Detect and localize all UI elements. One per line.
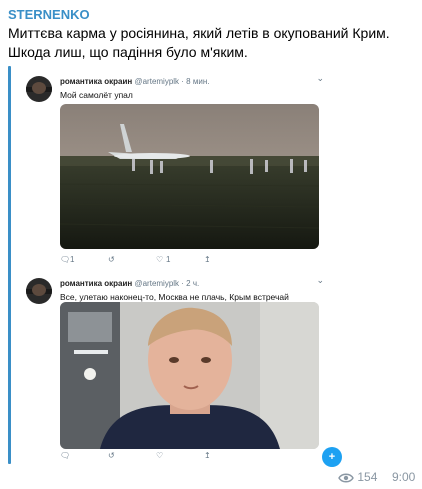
forward-quote-bar	[8, 66, 11, 464]
chevron-down-icon[interactable]: ⌄	[316, 275, 324, 286]
post-time: 9:00	[392, 470, 416, 484]
tweet-author-name[interactable]: романтика окраин	[60, 279, 132, 288]
reply-icon[interactable]: 🗨	[60, 451, 70, 460]
tweet-card-2[interactable]: романтика окраин @artemiyplk · 2 ч. ⌄ Вс…	[18, 270, 334, 464]
tweet-author-handle[interactable]: @artemiyplk	[134, 77, 179, 86]
channel-name[interactable]: STERNENKO	[8, 7, 90, 22]
tweet-photo[interactable]	[60, 104, 319, 249]
message-line-1: Миттєва карма у росіянина, який летів в …	[8, 25, 390, 41]
tweet-header: романтика окраин @artemiyplk · 2 ч.	[60, 279, 199, 288]
chevron-down-icon[interactable]: ⌄	[316, 73, 324, 84]
tweet-card-1[interactable]: романтика окраин @artemiyplk · 8 мин. ⌄ …	[18, 68, 334, 266]
avatar[interactable]	[26, 278, 52, 304]
compose-button[interactable]: +	[322, 447, 342, 467]
message-line-2: Шкода лиш, що падіння було м'яким.	[8, 44, 248, 60]
tweet-actions: 🗨 ↺ ♡ ↥	[60, 451, 260, 463]
view-count: 154	[357, 470, 378, 484]
avatar[interactable]	[26, 76, 52, 102]
tweet-text: Все, улетаю наконец-то, Москва не плачь,…	[60, 292, 289, 302]
tweet-text: Мой самолёт упал	[60, 90, 133, 100]
plane-crash-photo	[60, 104, 319, 249]
tweet-photo[interactable]	[60, 302, 319, 449]
like-count: 1	[166, 255, 171, 264]
retweet-icon[interactable]: ↺	[108, 255, 115, 264]
tweet-author-name[interactable]: романтика окраин	[60, 77, 132, 86]
reply-count: 1	[70, 255, 75, 264]
share-icon[interactable]: ↥	[204, 255, 211, 264]
tweet-age: · 8 мин.	[181, 77, 210, 86]
tweet-actions: 🗨 1 ↺ ♡ 1 ↥	[60, 255, 260, 267]
view-counter: 154	[338, 470, 377, 484]
tweet-author-handle[interactable]: @artemiyplk	[134, 279, 179, 288]
eye-icon	[338, 473, 354, 483]
share-icon[interactable]: ↥	[204, 451, 211, 460]
retweet-icon[interactable]: ↺	[108, 451, 115, 460]
heart-icon[interactable]: ♡	[156, 451, 163, 460]
tweet-header: романтика окраин @artemiyplk · 8 мин.	[60, 77, 209, 86]
heart-icon[interactable]: ♡	[156, 255, 163, 264]
tweet-age: · 2 ч.	[181, 279, 200, 288]
selfie-photo	[60, 302, 319, 449]
reply-icon[interactable]: 🗨	[60, 255, 70, 264]
